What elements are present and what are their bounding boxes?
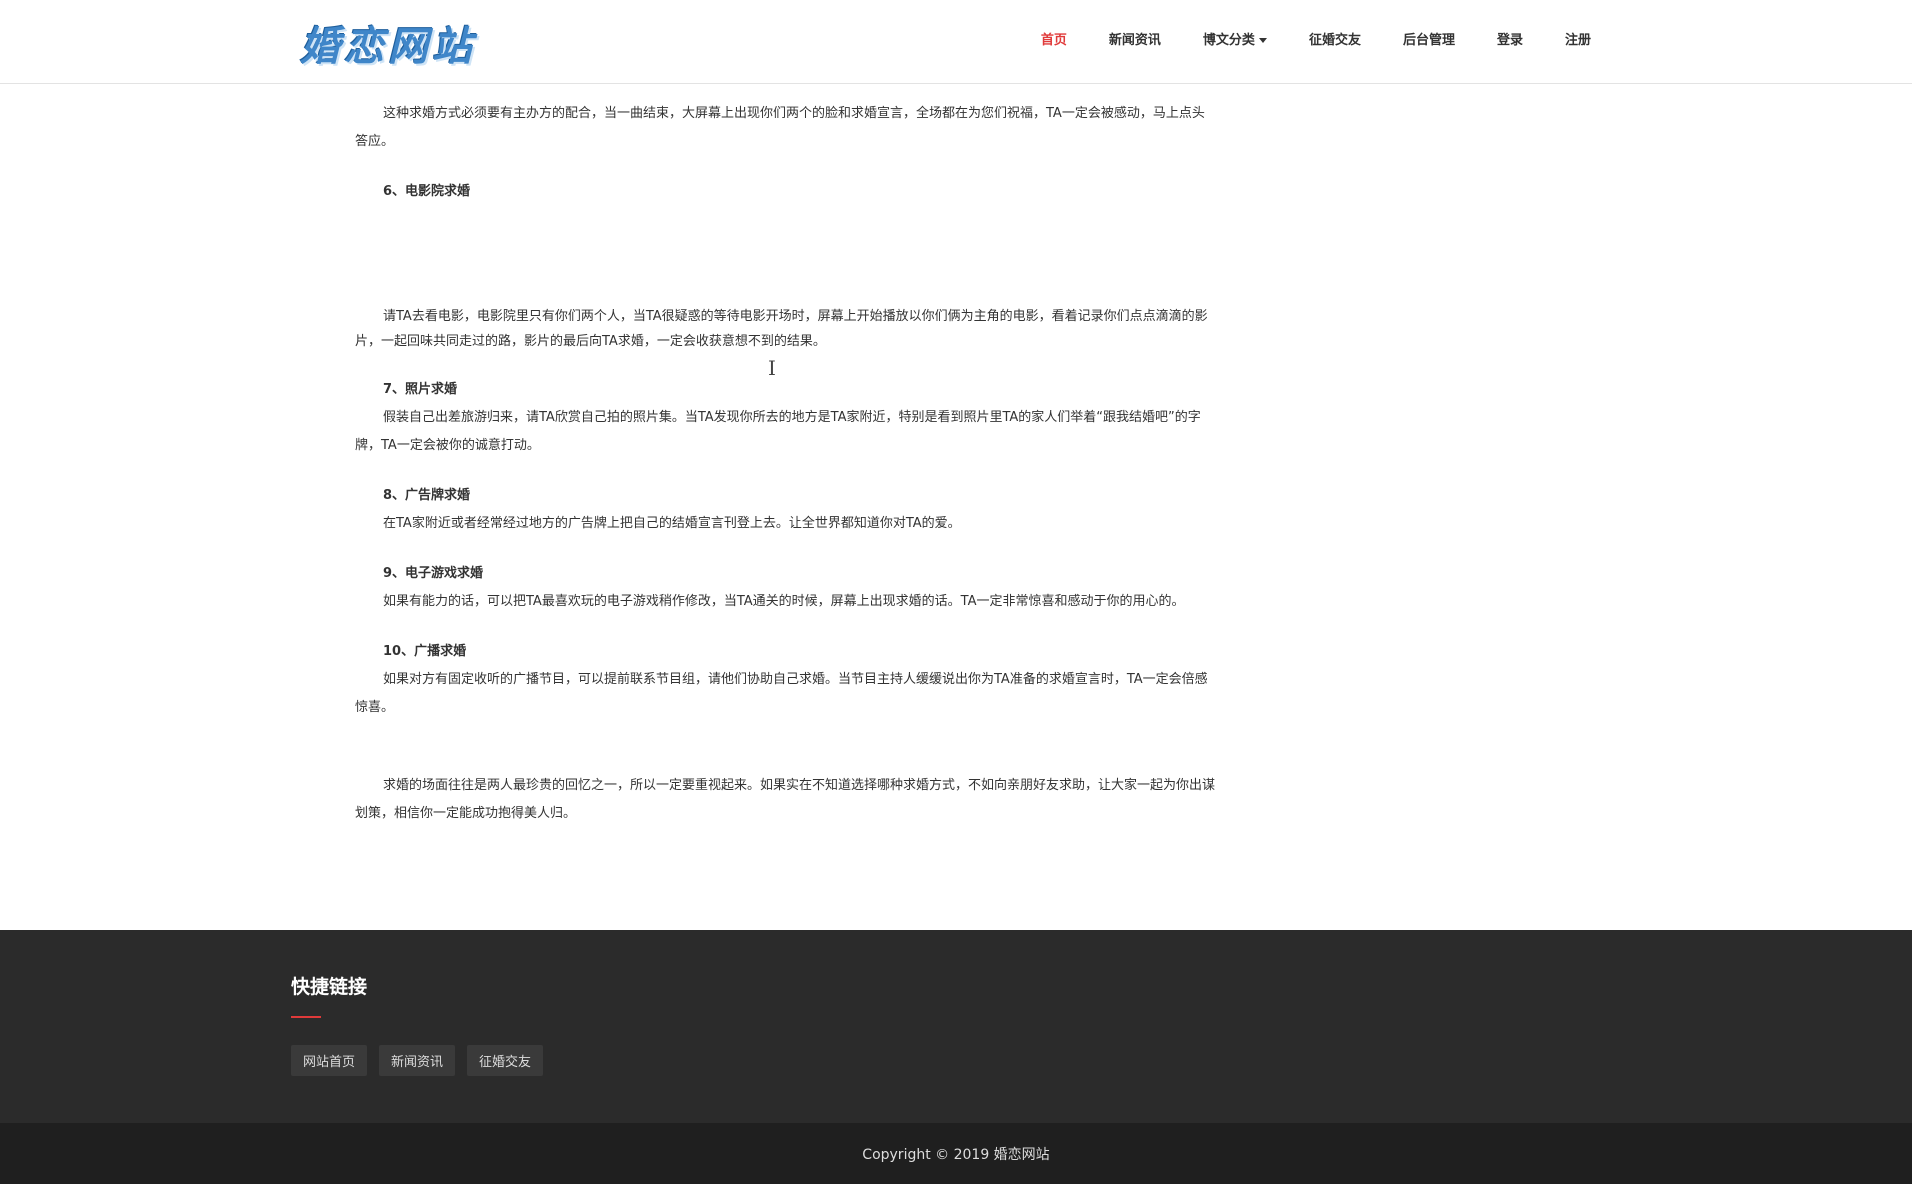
nav-item-register[interactable]: 注册	[1544, 29, 1612, 48]
text-cursor-icon: I	[768, 356, 776, 380]
footer-link-news[interactable]: 新闻资讯	[379, 1045, 456, 1076]
section-title: 10、广播求婚	[383, 644, 467, 659]
nav-item-news[interactable]: 新闻资讯	[1088, 29, 1182, 48]
article-paragraph: 请TA去看电影，电影院里只有你们两个人，当TA很疑惑的等待电影开场时，屏幕上开始…	[355, 309, 1208, 349]
nav-item-dating[interactable]: 征婚交友	[1288, 29, 1382, 48]
footer-title-underline	[291, 1016, 321, 1018]
site-footer: 快捷链接 网站首页 新闻资讯 征婚交友	[0, 930, 1912, 1123]
footer-title: 快捷链接	[291, 976, 368, 998]
nav-item-admin[interactable]: 后台管理	[1382, 29, 1476, 48]
quick-links: 网站首页 新闻资讯 征婚交友	[291, 1045, 544, 1076]
article-body: 这种求婚方式必须要有主办方的配合，当一曲结束，大屏幕上出现你们两个的脸和求婚宣言…	[355, 100, 1215, 828]
article-paragraph: 在TA家附近或者经常经过地方的广告牌上把自己的结婚宣言刊登上去。让全世界都知道你…	[383, 516, 961, 531]
section-title: 6、电影院求婚	[383, 184, 471, 199]
nav-item-home[interactable]: 首页	[1020, 29, 1088, 48]
main-nav: 首页 新闻资讯 博文分类 征婚交友 后台管理 登录 注册	[1020, 0, 1612, 76]
site-logo[interactable]: 婚恋网站	[300, 18, 476, 70]
nav-item-blog-categories[interactable]: 博文分类	[1182, 29, 1288, 48]
section-title: 9、电子游戏求婚	[383, 566, 484, 581]
article-paragraph: 这种求婚方式必须要有主办方的配合，当一曲结束，大屏幕上出现你们两个的脸和求婚宣言…	[355, 106, 1205, 149]
article-paragraph: 假装自己出差旅游归来，请TA欣赏自己拍的照片集。当TA发现你所去的地方是TA家附…	[355, 410, 1201, 453]
section-title: 8、广告牌求婚	[383, 488, 471, 503]
nav-item-login[interactable]: 登录	[1476, 29, 1544, 48]
site-header: 婚恋网站 首页 新闻资讯 博文分类 征婚交友 后台管理 登录 注册	[0, 0, 1912, 84]
article-paragraph: 求婚的场面往往是两人最珍贵的回忆之一，所以一定要重视起来。如果实在不知道选择哪种…	[355, 778, 1216, 821]
footer-link-dating[interactable]: 征婚交友	[467, 1045, 544, 1076]
copyright-bar: Copyright © 2019 婚恋网站	[0, 1123, 1912, 1184]
nav-item-blog-categories-label: 博文分类	[1202, 32, 1255, 48]
article-paragraph: 如果对方有固定收听的广播节目，可以提前联系节目组，请他们协助自己求婚。当节目主持…	[355, 672, 1208, 715]
footer-link-home[interactable]: 网站首页	[291, 1045, 368, 1076]
section-title: 7、照片求婚	[383, 382, 458, 397]
article-paragraph: 如果有能力的话，可以把TA最喜欢玩的电子游戏稍作修改，当TA通关的时候，屏幕上出…	[383, 594, 1185, 609]
copyright-text: Copyright © 2019 婚恋网站	[862, 1146, 1050, 1163]
caret-down-icon	[1258, 37, 1267, 43]
logo-text: 婚恋网站	[300, 23, 476, 70]
